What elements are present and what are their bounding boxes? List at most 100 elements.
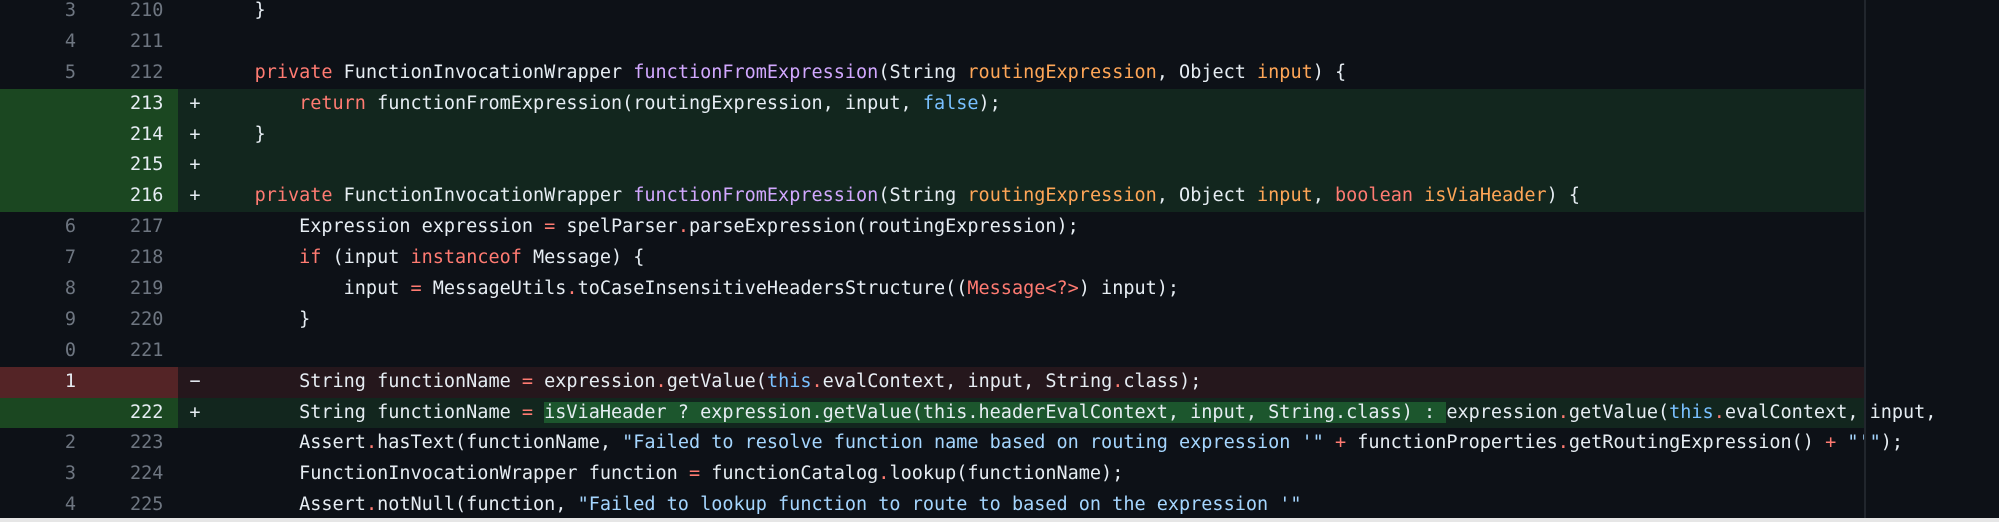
old-line-gutter[interactable]: 2: [0, 428, 80, 459]
code-token: routingExpression: [967, 185, 1157, 207]
code-token: expression: [533, 370, 656, 392]
new-line-number: 210: [130, 0, 164, 21]
old-line-gutter[interactable]: [0, 150, 80, 182]
code-content: Assert.notNull(function, "Failed to look…: [210, 490, 1301, 521]
code-token: input: [210, 278, 411, 300]
code-content: return functionFromExpression(routingExp…: [210, 89, 1001, 120]
old-line-gutter[interactable]: [0, 397, 80, 429]
code-token: }: [210, 0, 266, 21]
new-line-number: 223: [130, 432, 164, 454]
code-token: "Failed to resolve function name based o…: [622, 432, 1324, 454]
old-line-gutter[interactable]: [0, 88, 80, 120]
old-line-number: 2: [64, 432, 76, 454]
diff-line-context[interactable]: 2 223 Assert.hasText(functionName, "Faile…: [0, 428, 1903, 459]
code-content: String functionName = isViaHeader ? expr…: [210, 398, 1936, 429]
code-token: (String: [878, 185, 968, 207]
old-line-gutter[interactable]: 9: [0, 305, 80, 336]
diff-marker: +: [189, 185, 201, 207]
inline-change-highlight: isViaHeader ? expression.getValue(this.h…: [544, 401, 1447, 423]
diff-line-add[interactable]: 213 + return functionFromExpression(routi…: [0, 88, 1864, 120]
code-token: (input: [321, 247, 411, 269]
diff-line-context[interactable]: 4 225 Assert.notNull(function, "Failed to…: [0, 490, 1864, 521]
new-line-number: 214: [130, 123, 164, 145]
code-content: FunctionInvocationWrapper function = fun…: [210, 459, 1123, 490]
code-token: .: [878, 463, 890, 485]
code-token: .: [365, 432, 378, 454]
diff-line-context[interactable]: 5 212 private FunctionInvocationWrapper f…: [0, 58, 1864, 89]
code-token: input: [1257, 185, 1313, 207]
new-line-number: 224: [130, 463, 164, 485]
code-token: false: [922, 92, 979, 114]
diff-line-context[interactable]: 4 211: [0, 27, 1864, 58]
diff-line-context[interactable]: 3 210 }: [0, 0, 1864, 27]
new-line-number: 222: [130, 401, 164, 423]
code-token: .: [566, 278, 578, 300]
code-token: MessageUtils: [421, 278, 567, 300]
code-token: return: [299, 92, 366, 114]
diff-line-add[interactable]: 215 +: [0, 150, 1864, 182]
code-token: hasText(functionName,: [377, 432, 623, 454]
old-line-gutter[interactable]: [0, 181, 80, 213]
code-content: private FunctionInvocationWrapper functi…: [210, 181, 1581, 212]
diff-line-context[interactable]: 3 224 FunctionInvocationWrapper function …: [0, 459, 1864, 490]
diff-line-add[interactable]: 222 + String functionName = isViaHeader ?…: [0, 397, 1936, 429]
old-line-gutter[interactable]: 5: [0, 58, 80, 89]
old-line-gutter[interactable]: 0: [0, 336, 80, 367]
diff-line-del[interactable]: 1− String functionName = expression.getV…: [0, 366, 1864, 398]
old-line-gutter[interactable]: 8: [0, 274, 80, 305]
diff-marker: +: [189, 154, 201, 176]
new-line-number: 221: [130, 339, 164, 361]
new-line-gutter[interactable]: [80, 366, 178, 398]
old-line-gutter[interactable]: 1: [0, 366, 80, 398]
code-token: String functionName: [210, 401, 522, 423]
code-token: ) {: [1546, 185, 1581, 207]
diff-line-add[interactable]: 214 + }: [0, 119, 1864, 151]
code-token: lookup(functionName);: [889, 463, 1124, 485]
code-token: parseExpression(routingExpression);: [688, 216, 1079, 238]
old-line-gutter[interactable]: 3: [0, 0, 80, 27]
code-token: ) input);: [1078, 278, 1180, 300]
diff-table: 3 210 } 4 211 5 212 private FunctionInvocatio…: [0, 0, 1936, 521]
old-line-gutter[interactable]: 7: [0, 243, 80, 274]
diff-marker: +: [189, 123, 201, 145]
diff-line-add[interactable]: 216 + private FunctionInvocationWrapper f…: [0, 181, 1864, 213]
code-token: Assert: [210, 432, 366, 454]
code-content: }: [210, 0, 266, 27]
code-token: functionFromExpression: [633, 61, 879, 83]
old-line-gutter[interactable]: 4: [0, 490, 80, 521]
old-line-gutter[interactable]: 4: [0, 27, 80, 58]
code-token: functionProperties: [1346, 432, 1558, 454]
old-line-number: 9: [64, 308, 76, 330]
diff-line-context[interactable]: 7 218 if (input instanceof Message) {: [0, 243, 1864, 274]
code-token: =: [521, 401, 534, 423]
diff-line-context[interactable]: 6 217 Expression expression = spelParser.…: [0, 212, 1864, 243]
diff-line-context[interactable]: 9 220 }: [0, 305, 1864, 336]
old-line-gutter[interactable]: 6: [0, 212, 80, 243]
code-token: , Object: [1156, 185, 1258, 207]
diff-marker: −: [189, 370, 201, 392]
old-line-gutter[interactable]: 3: [0, 459, 80, 490]
code-token: routingExpression: [967, 61, 1157, 83]
diff-line-context[interactable]: 8 219 input = MessageUtils.toCaseInsensit…: [0, 274, 1864, 305]
code-token: this: [766, 370, 812, 392]
code-token: =: [544, 216, 556, 238]
diff-viewer: 3 210 } 4 211 5 212 private FunctionInvocatio…: [0, 0, 1999, 522]
code-content: if (input instanceof Message) {: [210, 243, 644, 274]
code-token: notNull(function,: [377, 494, 578, 516]
code-content: private FunctionInvocationWrapper functi…: [210, 58, 1347, 89]
code-token: );: [1880, 432, 1904, 454]
code-token: getRoutingExpression(): [1568, 432, 1826, 454]
code-token: .: [811, 370, 823, 392]
code-token: functionFromExpression(routingExpression…: [365, 92, 923, 114]
old-line-number: 8: [64, 278, 76, 300]
code-token: String functionName: [210, 370, 522, 392]
code-token: FunctionInvocationWrapper: [332, 61, 634, 83]
code-token: =: [688, 463, 701, 485]
diff-line-context[interactable]: 0 221: [0, 336, 1864, 367]
code-token: spelParser: [555, 216, 678, 238]
code-token: getValue(: [666, 370, 767, 392]
new-line-number: 220: [130, 308, 164, 330]
old-line-gutter[interactable]: [0, 119, 80, 151]
